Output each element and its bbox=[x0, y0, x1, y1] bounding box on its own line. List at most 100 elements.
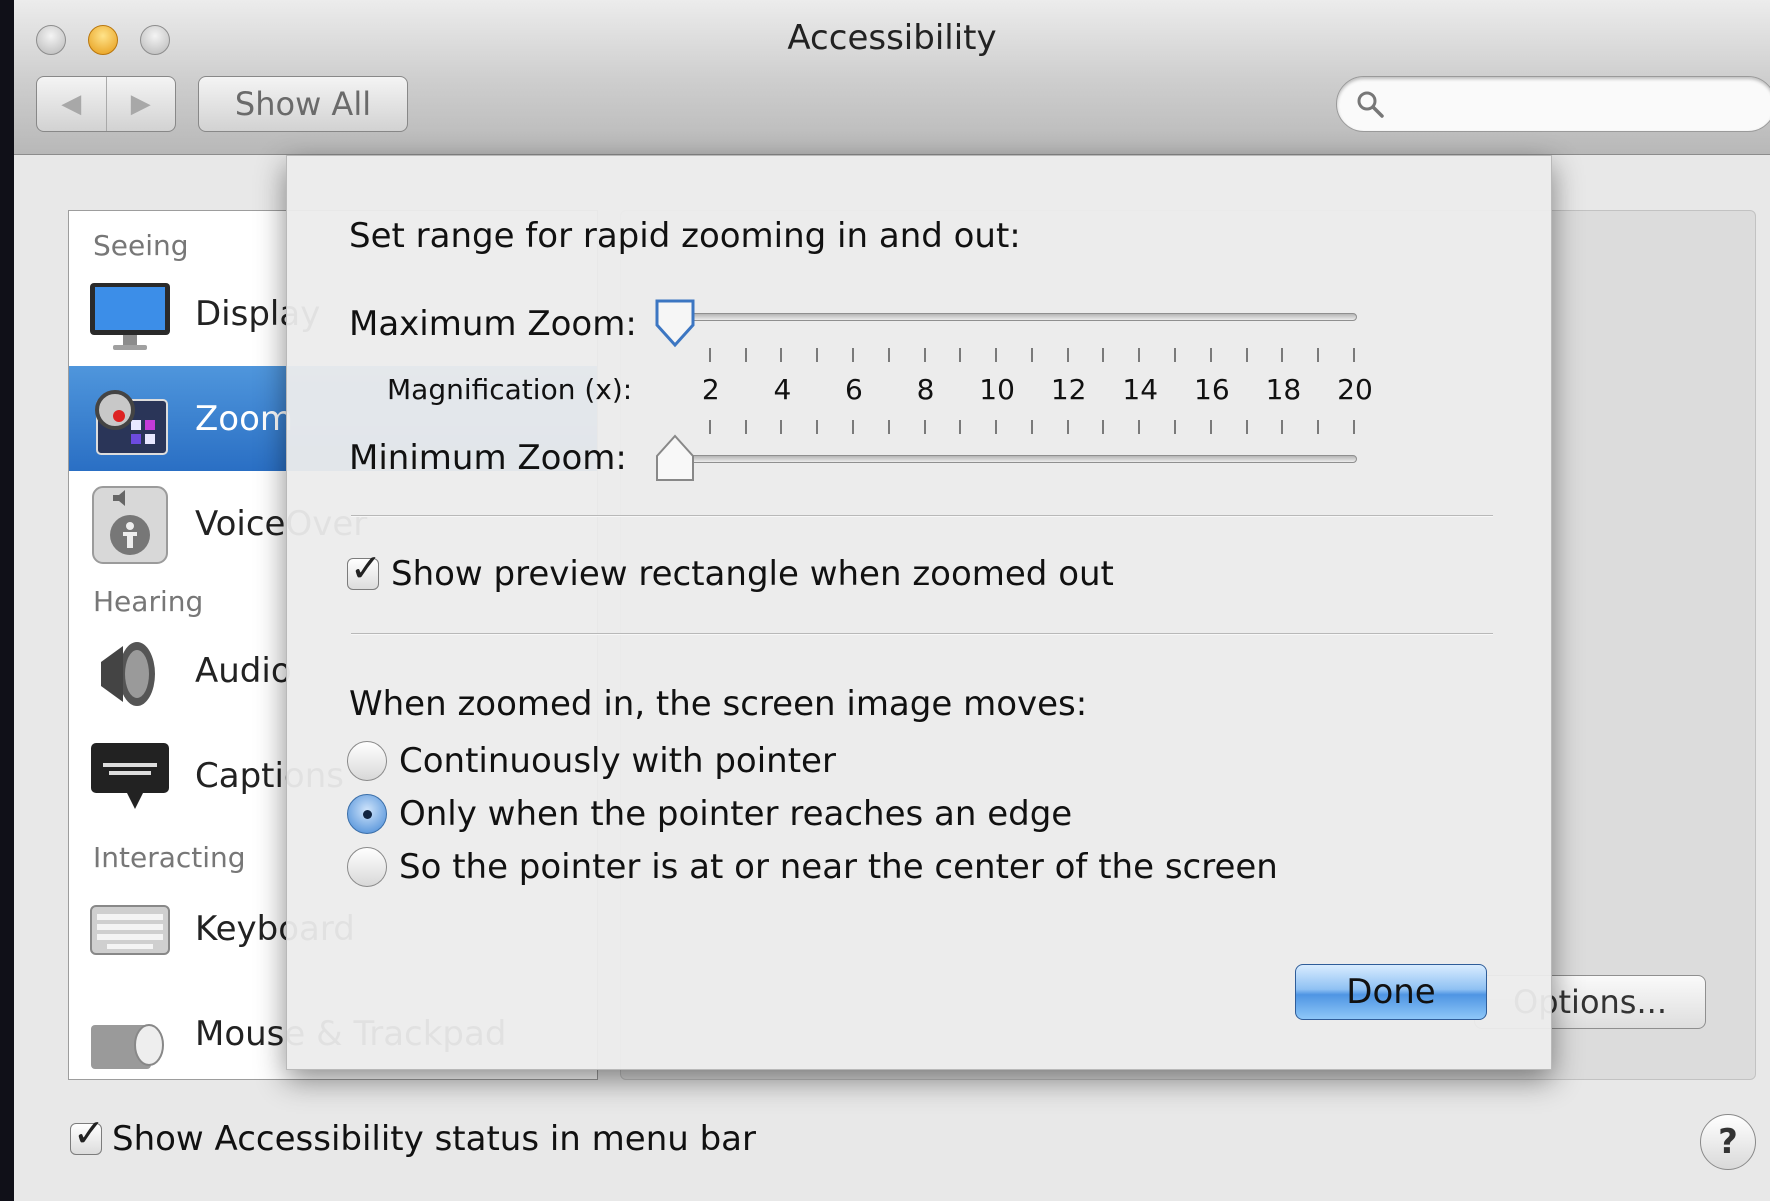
tick-mark bbox=[959, 420, 962, 434]
zoom-icon bbox=[95, 390, 168, 455]
preview-rectangle-checkbox[interactable]: ✓ bbox=[347, 549, 382, 590]
search-icon bbox=[1357, 91, 1384, 118]
section-header-interacting: Interacting bbox=[93, 841, 246, 874]
tick-mark bbox=[780, 348, 783, 362]
tick-mark bbox=[744, 420, 747, 434]
maximum-zoom-slider-thumb[interactable] bbox=[653, 297, 697, 349]
preview-rectangle-label: Show preview rectangle when zoomed out bbox=[391, 554, 1114, 594]
tick-mark bbox=[1317, 348, 1320, 362]
radio-button[interactable] bbox=[347, 847, 387, 887]
tick-mark bbox=[1353, 348, 1355, 362]
maximum-zoom-slider[interactable] bbox=[667, 313, 1357, 321]
tick-mark bbox=[923, 348, 926, 362]
show-all-button[interactable]: Show All bbox=[198, 76, 408, 132]
tick-mark bbox=[851, 348, 854, 362]
tick-mark bbox=[708, 348, 711, 362]
tick-mark bbox=[1138, 348, 1141, 362]
back-forward-buttons: ◀ ▶ bbox=[36, 76, 176, 132]
tick-mark bbox=[1174, 420, 1177, 434]
captions-icon bbox=[91, 743, 169, 809]
tick-mark bbox=[1102, 420, 1105, 434]
radio-continuously[interactable]: Continuously with pointer bbox=[347, 741, 836, 781]
tick-mark bbox=[995, 420, 998, 434]
radio-edge[interactable]: Only when the pointer reaches an edge bbox=[347, 794, 1072, 834]
tick-label: 4 bbox=[773, 373, 792, 406]
tick-label: 12 bbox=[1050, 373, 1087, 406]
forward-icon: ▶ bbox=[130, 89, 151, 119]
sidebar-item-label: Audio bbox=[195, 651, 292, 691]
window-title: Accessibility bbox=[787, 18, 997, 58]
screen-moves-heading: When zoomed in, the screen image moves: bbox=[349, 684, 1088, 724]
display-icon bbox=[90, 283, 170, 350]
radio-button[interactable] bbox=[347, 741, 387, 781]
back-icon: ◀ bbox=[61, 89, 82, 119]
minimum-zoom-label: Minimum Zoom: bbox=[349, 438, 627, 478]
keyboard-icon bbox=[90, 905, 170, 955]
accessibility-window: Accessibility ◀ ▶ Show All Seeing Displa… bbox=[14, 0, 1770, 1201]
tick-mark bbox=[1066, 420, 1069, 434]
tick-mark bbox=[1066, 348, 1069, 362]
status-menu-checkbox-label: Show Accessibility status in menu bar bbox=[112, 1119, 756, 1159]
minimum-zoom-slider-thumb[interactable] bbox=[653, 432, 697, 484]
tick-label: 18 bbox=[1265, 373, 1302, 406]
radio-button-selected[interactable] bbox=[347, 794, 387, 834]
minimum-zoom-slider[interactable] bbox=[667, 455, 1357, 463]
tick-mark bbox=[959, 348, 962, 362]
checkmark-icon: ✓ bbox=[73, 1111, 105, 1155]
tick-label: 6 bbox=[845, 373, 863, 406]
back-button[interactable]: ◀ bbox=[37, 77, 106, 131]
tick-mark bbox=[1281, 348, 1284, 362]
tick-mark bbox=[1245, 420, 1248, 434]
checkmark-icon: ✓ bbox=[350, 546, 382, 590]
section-header-seeing: Seeing bbox=[93, 229, 189, 262]
tick-label: 20 bbox=[1337, 373, 1373, 406]
tick-label: 8 bbox=[916, 373, 935, 406]
radio-center[interactable]: So the pointer is at or near the center … bbox=[347, 847, 1278, 887]
toolbar: Accessibility ◀ ▶ Show All bbox=[14, 0, 1770, 155]
tick-mark bbox=[995, 348, 998, 362]
search-input[interactable] bbox=[1397, 85, 1757, 125]
zoom-options-sheet: Set range for rapid zooming in and out: … bbox=[286, 155, 1552, 1070]
tick-mark bbox=[887, 420, 890, 434]
tick-mark bbox=[1209, 420, 1212, 434]
minimum-zoom-tick-marks bbox=[673, 420, 1363, 436]
tick-mark bbox=[708, 420, 711, 434]
separator bbox=[351, 515, 1493, 517]
tick-mark bbox=[887, 348, 890, 362]
search-field[interactable] bbox=[1336, 76, 1770, 132]
tick-mark bbox=[1209, 348, 1212, 362]
magnification-label: Magnification (x): bbox=[387, 373, 633, 406]
preview-rectangle-row[interactable]: ✓ Show preview rectangle when zoomed out bbox=[347, 549, 1114, 594]
speaker-icon bbox=[101, 642, 155, 706]
tick-mark bbox=[1245, 348, 1248, 362]
tick-mark bbox=[780, 420, 783, 434]
tick-mark bbox=[1102, 348, 1105, 362]
tick-mark bbox=[1281, 420, 1284, 434]
forward-button[interactable]: ▶ bbox=[105, 77, 176, 131]
tick-mark bbox=[923, 420, 926, 434]
tick-mark bbox=[1030, 348, 1033, 362]
tick-mark bbox=[744, 348, 747, 362]
tick-label: 16 bbox=[1194, 373, 1230, 406]
maximum-zoom-tick-marks bbox=[673, 348, 1363, 364]
sheet-title: Set range for rapid zooming in and out: bbox=[349, 216, 1021, 256]
radio-label: So the pointer is at or near the center … bbox=[399, 847, 1278, 887]
tick-label: 10 bbox=[979, 373, 1015, 406]
status-menu-checkbox-row[interactable]: ✓ Show Accessibility status in menu bar bbox=[70, 1114, 756, 1163]
tick-mark bbox=[1174, 348, 1177, 362]
tick-mark bbox=[1317, 420, 1320, 434]
tick-mark bbox=[816, 420, 819, 434]
radio-label: Continuously with pointer bbox=[399, 741, 836, 781]
mouse-icon bbox=[91, 1024, 164, 1069]
done-button[interactable]: Done bbox=[1295, 964, 1487, 1020]
radio-dot-icon bbox=[363, 810, 372, 819]
help-button[interactable]: ? bbox=[1700, 1114, 1756, 1170]
sidebar-item-label: Zoom bbox=[195, 399, 294, 439]
tick-mark bbox=[1138, 420, 1141, 434]
section-header-hearing: Hearing bbox=[93, 585, 204, 618]
tick-mark bbox=[1030, 420, 1033, 434]
status-menu-checkbox[interactable]: ✓ bbox=[70, 1114, 105, 1155]
tick-label: 2 bbox=[701, 373, 720, 406]
maximum-zoom-label: Maximum Zoom: bbox=[349, 304, 637, 344]
tick-mark bbox=[816, 348, 819, 362]
